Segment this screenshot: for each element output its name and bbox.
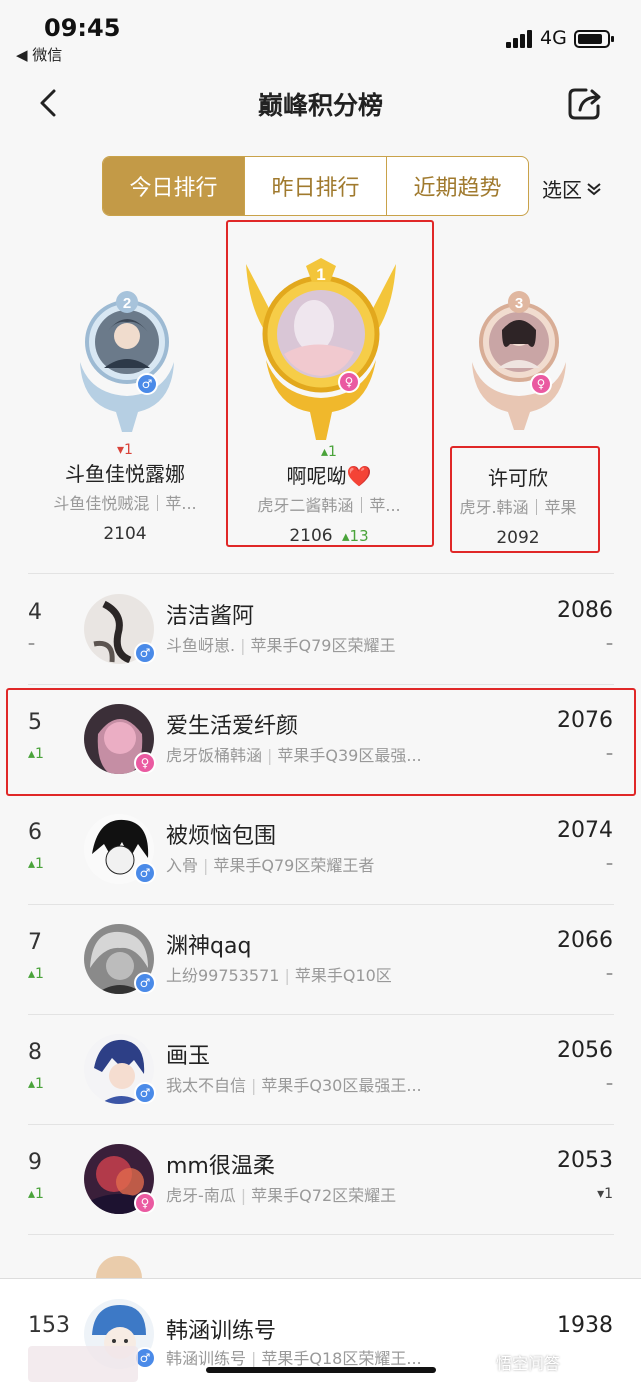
region-label: 选区 (542, 178, 582, 202)
male-icon: ♂ (134, 642, 156, 664)
tab-today[interactable]: 今日排行 (103, 157, 244, 215)
divider (28, 1234, 614, 1235)
player-area: 苹果手Q18区荣耀王... (261, 1349, 422, 1368)
player-score: 2053 (557, 1148, 613, 1173)
player-score: 2086 (557, 598, 613, 623)
divider (28, 684, 614, 685)
svg-text:3: 3 (515, 295, 523, 312)
ranking-row[interactable]: 7 ▴1 ♂ 渊神qaq 上纷99753571 | 苹果手Q10区 2066 – (0, 906, 641, 1014)
my-rank-number: 153 (28, 1313, 70, 1338)
player-tag: 斗鱼岈崽. (166, 636, 236, 655)
player-subtitle: 入骨 | 苹果手Q79区荣耀王者 (166, 856, 375, 875)
highlight-box-first (226, 220, 434, 547)
rank-change: ▴1 (28, 1076, 44, 1092)
podium-second[interactable]: ▾1 斗鱼佳悦露娜 斗鱼佳悦贼混｜苹... 2104 (40, 442, 210, 544)
tab-trend[interactable]: 近期趋势 (386, 157, 528, 215)
my-score: 1938 (557, 1313, 613, 1338)
nav-bar: 巅峰积分榜 (0, 70, 641, 136)
battery-icon (574, 30, 614, 48)
ranking-row[interactable]: 6 ▴1 ♂ 被烦恼包围 入骨 | 苹果手Q79区荣耀王者 2074 – (0, 796, 641, 904)
status-bar: 09:45 ◀ 微信 4G (0, 0, 641, 70)
network-label: 4G (540, 27, 567, 49)
ranking-row[interactable]: 4 – ♂ 洁洁酱阿 斗鱼岈崽. | 苹果手Q79区荣耀王 2086 – (0, 576, 641, 684)
tab-yesterday[interactable]: 昨日排行 (244, 157, 386, 215)
player-subtitle: 上纷99753571 | 苹果手Q10区 (166, 966, 392, 985)
score-delta: – (606, 636, 613, 652)
player-score: 2056 (557, 1038, 613, 1063)
rank-number: 7 (28, 930, 42, 955)
player-subtitle: 斗鱼佳悦贼混｜苹... (53, 494, 197, 513)
divider (28, 904, 614, 905)
rank-change: ▴1 (28, 1186, 44, 1202)
my-name: 韩涵训练号 (166, 1319, 277, 1344)
rank-change: ▴1 (28, 856, 44, 872)
player-name: mm很温柔 (166, 1154, 275, 1179)
score-delta: – (606, 1076, 613, 1092)
watermark: 悟空问答 (470, 1350, 560, 1374)
leaderboard-page: 09:45 ◀ 微信 4G 巅峰积分榜 今日排行 昨日排行 近期趋势 选区 2 … (0, 0, 641, 1387)
back-to-wechat[interactable]: ◀ 微信 (16, 44, 62, 65)
ranking-row[interactable]: 8 ▴1 ♂ 画玉 我太不自信 | 苹果手Q30区最强王... 2056 – (0, 1016, 641, 1124)
player-tag: 入骨 (166, 856, 199, 875)
rank-number: 6 (28, 820, 42, 845)
watermark-text: 悟空问答 (496, 1354, 561, 1373)
divider (28, 1124, 614, 1125)
score-delta: – (606, 966, 613, 982)
rank-number: 8 (28, 1040, 42, 1065)
signal-icon (506, 30, 532, 48)
ranking-tabs: 今日排行 昨日排行 近期趋势 (102, 156, 529, 216)
player-subtitle: 斗鱼岈崽. | 苹果手Q79区荣耀王 (166, 636, 396, 655)
highlight-box-row5 (6, 688, 636, 796)
chevron-down-icon (587, 182, 601, 195)
silver-rank-frame: 2 (80, 291, 174, 432)
player-tag: 我太不自信 (166, 1076, 247, 1095)
score-delta: – (606, 856, 613, 872)
female-icon: ♀ (134, 1192, 156, 1214)
bronze-rank-frame: 3 (472, 291, 566, 430)
player-subtitle: 我太不自信 | 苹果手Q30区最强王... (166, 1076, 422, 1095)
status-time: 09:45 (44, 14, 121, 42)
player-name: 洁洁酱阿 (166, 604, 255, 629)
player-tag: 韩涵训练号 (166, 1349, 247, 1368)
player-name: 画玉 (166, 1044, 211, 1069)
player-area: 苹果手Q79区荣耀王者 (213, 856, 375, 875)
player-name: 斗鱼佳悦露娜 (65, 462, 185, 486)
page-title: 巅峰积分榜 (257, 91, 383, 120)
highlight-box-third (450, 446, 600, 553)
avatar-partial (96, 1256, 142, 1278)
player-tag: 虎牙-南瓜 (166, 1186, 236, 1205)
male-icon: ♂ (134, 862, 156, 884)
male-icon: ♂ (134, 972, 156, 994)
home-indicator[interactable] (206, 1367, 436, 1373)
player-score: 2104 (103, 524, 147, 544)
rank-number: 9 (28, 1150, 42, 1175)
male-icon: ♂ (134, 1082, 156, 1104)
player-area: 苹果手Q72区荣耀王 (251, 1186, 397, 1205)
watermark-logo-icon (471, 1353, 489, 1371)
player-name: 渊神qaq (166, 934, 252, 959)
divider (28, 1014, 614, 1015)
ranking-row[interactable]: 9 ▴1 ♀ mm很温柔 虎牙-南瓜 | 苹果手Q72区荣耀王 2053 ▾1 (0, 1126, 641, 1234)
divider (28, 573, 614, 574)
male-icon: ♂ (136, 373, 158, 395)
player-tag: 上纷99753571 (166, 966, 280, 985)
svg-text:2: 2 (123, 295, 131, 312)
player-area: 苹果手Q30区最强王... (261, 1076, 422, 1095)
player-name: 被烦恼包围 (166, 824, 277, 849)
score-delta: ▾1 (597, 1186, 613, 1202)
rank-number: 4 (28, 600, 42, 625)
region-selector[interactable]: 选区 (542, 174, 602, 203)
blurred-region (28, 1346, 138, 1382)
player-score: 2066 (557, 928, 613, 953)
player-area: 苹果手Q10区 (294, 966, 392, 985)
rank-change: ▾1 (117, 442, 133, 458)
rank-change: – (28, 636, 35, 652)
my-subtitle: 韩涵训练号 | 苹果手Q18区荣耀王... (166, 1349, 422, 1368)
female-icon: ♀ (530, 373, 552, 395)
share-icon[interactable] (566, 84, 606, 122)
player-area: 苹果手Q79区荣耀王 (250, 636, 396, 655)
player-score: 2074 (557, 818, 613, 843)
player-subtitle: 虎牙-南瓜 | 苹果手Q72区荣耀王 (166, 1186, 397, 1205)
rank-change: ▴1 (28, 966, 44, 982)
